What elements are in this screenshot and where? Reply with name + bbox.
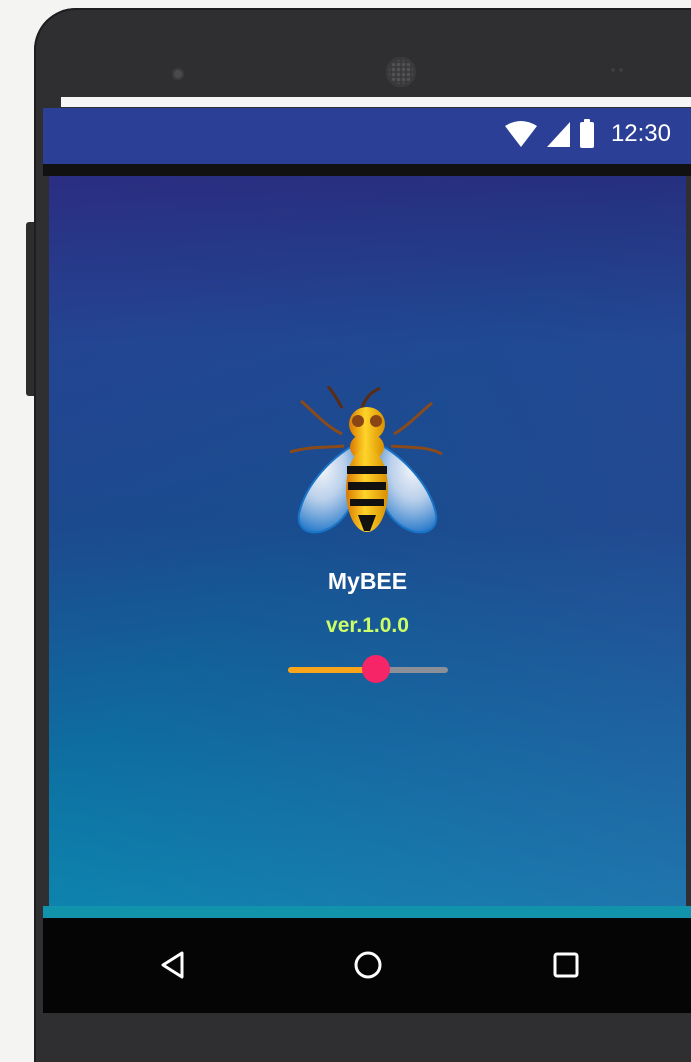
status-divider [43, 164, 691, 176]
device-page: 12:30 MyBEE ver.1.0.0 [0, 0, 691, 1062]
signal-icon [546, 121, 570, 147]
sensor-dots [609, 68, 625, 72]
recent-apps-button[interactable] [546, 945, 586, 985]
splash-content: MyBEE ver.1.0.0 [49, 386, 686, 686]
screen-top-bezel [61, 97, 691, 107]
back-triangle-icon [161, 951, 184, 979]
system-navigation-bar [43, 918, 691, 1013]
wifi-icon [504, 120, 537, 147]
clock-time: 12:30 [610, 120, 671, 147]
home-circle-icon [354, 951, 382, 979]
slider-thumb[interactable] [361, 655, 390, 683]
screen-bottom-accent [43, 906, 691, 918]
app-version: ver.1.0.0 [326, 614, 409, 637]
status-bar: 12:30 [43, 108, 691, 164]
status-icons: 12:30 [504, 118, 671, 150]
app-name: MyBEE [327, 568, 408, 594]
battery-icon [579, 119, 594, 148]
back-button[interactable] [153, 945, 193, 985]
speaker-grille [386, 57, 416, 87]
front-camera [172, 68, 184, 80]
bee-icon [290, 386, 443, 534]
recent-square-icon [553, 952, 579, 978]
app-screen: MyBEE ver.1.0.0 [49, 176, 686, 906]
progress-slider[interactable] [287, 654, 448, 686]
home-button[interactable] [348, 945, 388, 985]
phone-chin [43, 1013, 691, 1062]
